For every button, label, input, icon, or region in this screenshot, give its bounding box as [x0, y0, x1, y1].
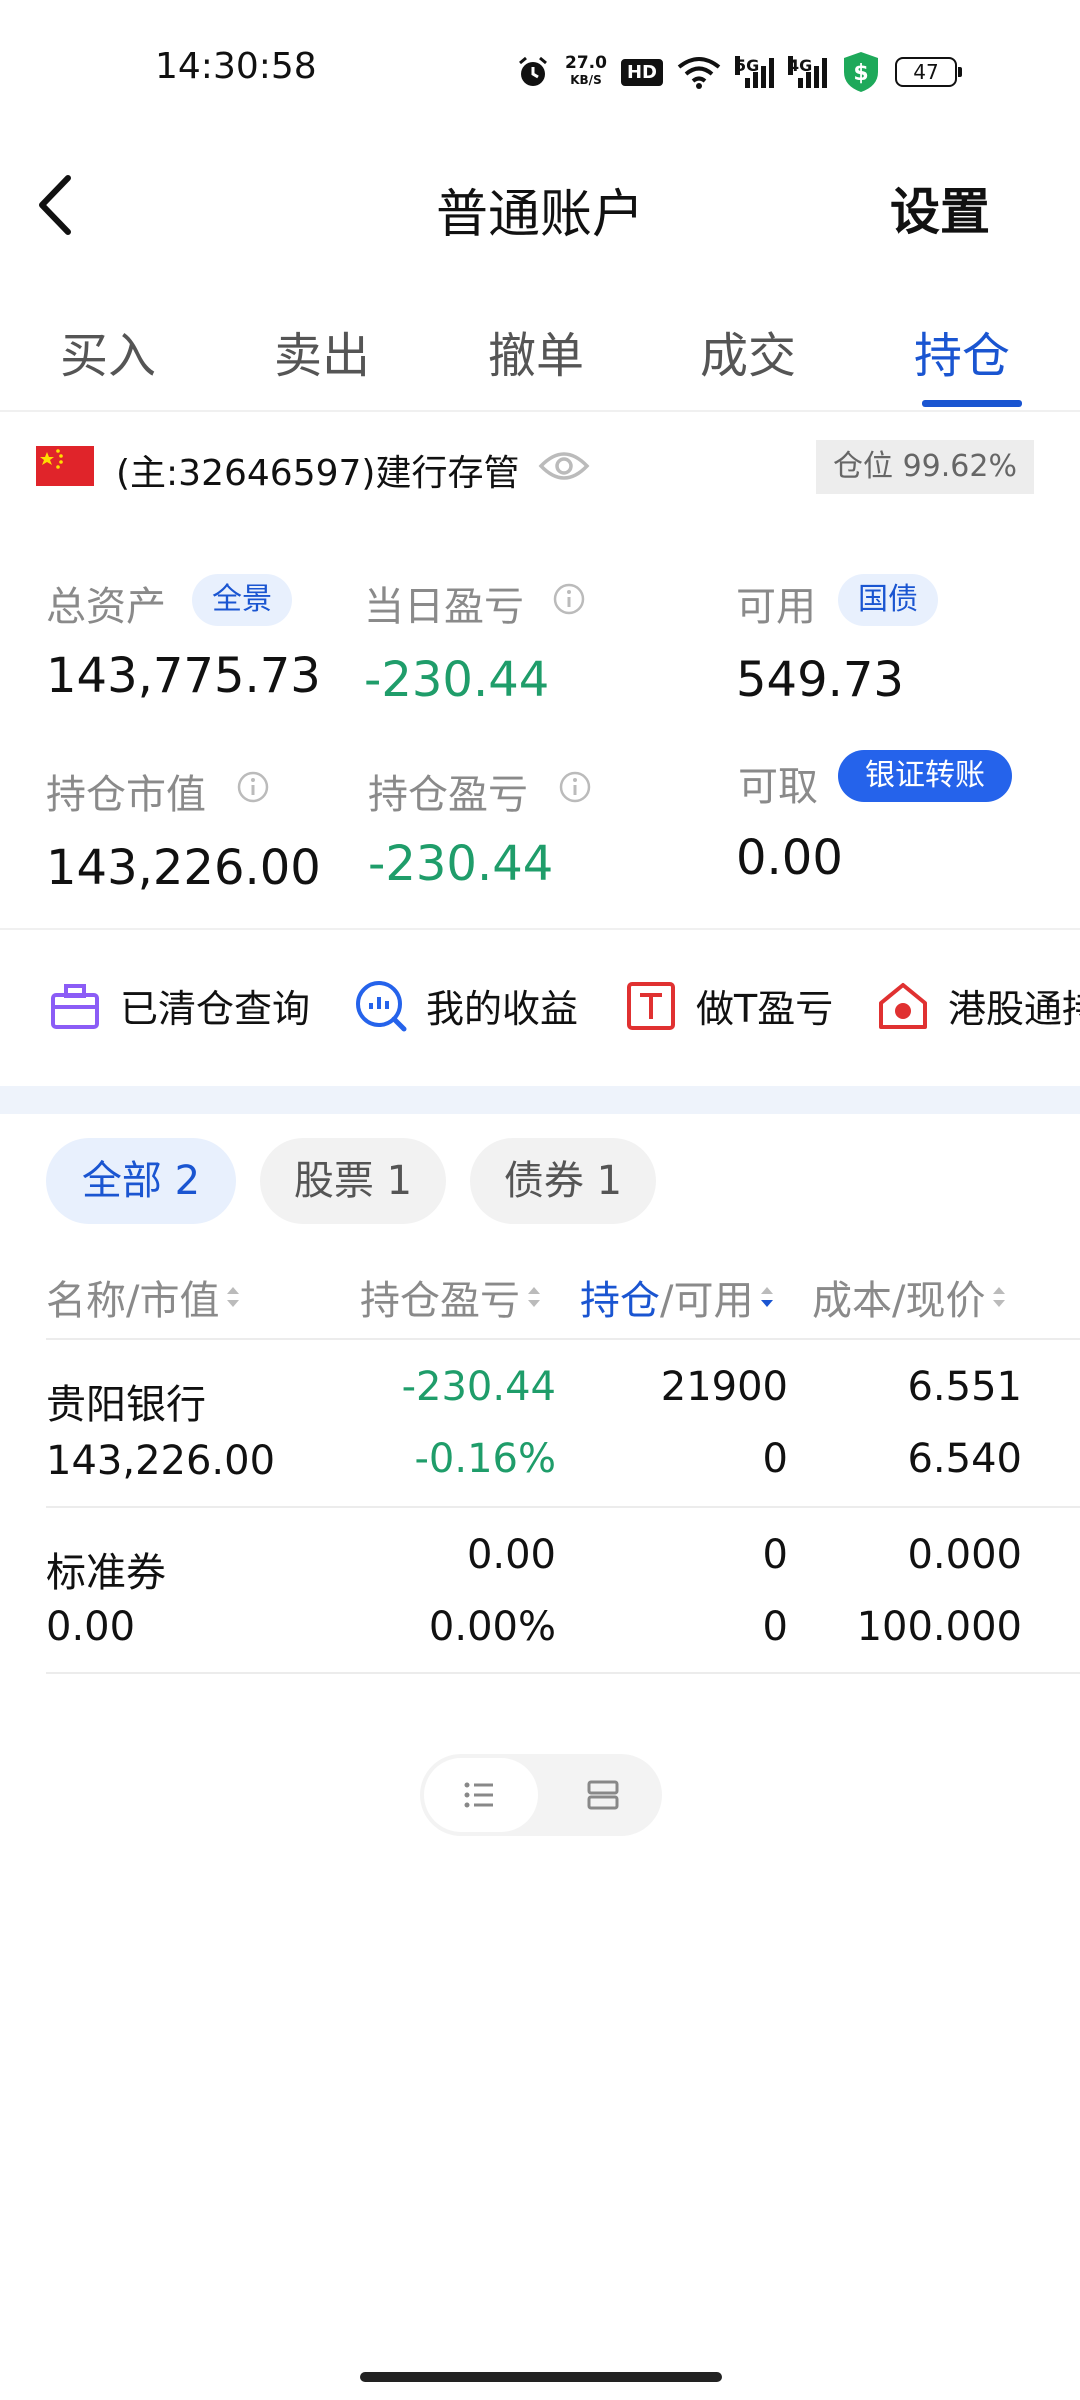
card-view-icon[interactable] [586, 1778, 620, 1812]
treasury-bond-tag[interactable]: 国债 [838, 574, 938, 626]
col-header-position[interactable]: 持仓/可用 [580, 1268, 775, 1326]
total-assets-label: 总资产 [46, 584, 166, 630]
withdrawable-label: 可取 [738, 764, 818, 810]
tab-sell[interactable]: 卖出 [274, 316, 370, 386]
panorama-tag[interactable]: 全景 [192, 574, 292, 626]
available-value: 549.73 [736, 652, 904, 708]
sort-desc-icon [761, 1287, 774, 1307]
t-trading-pl[interactable]: 做T盈亏 [624, 978, 833, 1033]
active-tab-indicator [922, 400, 1022, 407]
position-ratio-badge: 仓位 99.62% [816, 440, 1034, 494]
svg-text:$: $ [853, 61, 868, 86]
info-icon[interactable] [558, 770, 592, 804]
bank-transfer-button[interactable]: 银证转账 [838, 750, 1012, 802]
section-separator [0, 1086, 1080, 1114]
sort-icon [227, 1287, 240, 1307]
status-icons: 27.0 KB/S HD 5G 4G $ 47 [515, 48, 962, 96]
holding-pl: 0.00 [466, 1532, 556, 1578]
info-icon[interactable] [552, 582, 586, 616]
available-label: 可用 [736, 584, 816, 630]
t-box-icon [627, 981, 675, 1030]
filter-bonds[interactable]: 债券 1 [470, 1138, 656, 1224]
holding-position: 0 [762, 1532, 788, 1578]
sort-icon [528, 1287, 540, 1307]
holding-market-value: 143,226.00 [46, 1438, 276, 1484]
filter-stocks[interactable]: 股票 1 [260, 1138, 446, 1224]
holding-pl-pct: -0.16% [414, 1436, 556, 1482]
tab-cancel[interactable]: 撤单 [488, 316, 584, 386]
filter-all[interactable]: 全部 2 [46, 1138, 236, 1224]
col-header-cost[interactable]: 成本/现价 [812, 1268, 1007, 1326]
settings-button[interactable]: 设置 [890, 172, 990, 244]
withdrawable-value: 0.00 [736, 830, 843, 886]
holding-market-value: 0.00 [46, 1604, 136, 1650]
eye-icon[interactable] [538, 446, 590, 486]
holding-pl-pct: 0.00% [428, 1604, 556, 1650]
briefcase-icon [51, 983, 99, 1029]
total-assets-value: 143,775.73 [46, 648, 321, 704]
alarm-icon [519, 56, 547, 86]
holding-price: 6.540 [907, 1436, 1022, 1482]
market-value: 143,226.00 [46, 840, 321, 896]
holding-pl: -230.44 [401, 1364, 556, 1410]
divider [46, 1506, 1080, 1508]
holding-price: 100.000 [856, 1604, 1022, 1650]
divider [46, 1338, 1080, 1340]
shield-icon: $ [843, 52, 878, 92]
trade-tabs: 买入 卖出 撤单 成交 持仓 [0, 300, 1080, 412]
holding-position: 21900 [660, 1364, 788, 1410]
daily-pl-label: 当日盈亏 [364, 584, 524, 630]
status-bar: 14:30:58 27.0 KB/S HD 5G 4G $ 47 [0, 0, 1080, 140]
col-header-pl[interactable]: 持仓盈亏 [360, 1268, 542, 1326]
position-pl-value: -230.44 [368, 836, 554, 892]
hk-connect-icon [879, 982, 927, 1029]
battery-icon: 47 [894, 57, 962, 87]
divider [46, 1672, 1080, 1674]
tab-positions[interactable]: 持仓 [914, 316, 1010, 386]
china-flag-icon [36, 446, 94, 486]
tab-deals[interactable]: 成交 [700, 316, 796, 386]
list-view-icon [464, 1782, 493, 1808]
info-icon[interactable] [236, 770, 270, 804]
holding-available: 0 [762, 1604, 788, 1650]
market-value-label: 持仓市值 [46, 772, 206, 818]
daily-pl-value: -230.44 [364, 652, 550, 708]
holding-cost: 0.000 [907, 1532, 1022, 1578]
tab-buy[interactable]: 买入 [60, 316, 156, 386]
hk-connect-holdings[interactable]: 港股通持 [876, 978, 1080, 1033]
cleared-positions-query[interactable]: 已清仓查询 [48, 978, 310, 1033]
signal-4g-icon: 4G [787, 56, 827, 88]
hd-icon: HD [620, 58, 663, 86]
holding-name: 标准券 [46, 1550, 166, 1596]
net-speed: 27.0 KB/S [565, 53, 607, 88]
account-name[interactable]: (主:32646597)建行存管 [116, 444, 519, 496]
col-header-name[interactable]: 名称/市值 [46, 1268, 241, 1326]
holding-available: 0 [762, 1436, 788, 1482]
my-earnings[interactable]: 我的收益 [354, 978, 578, 1033]
signal-5g-icon: 5G [734, 56, 774, 88]
earnings-chart-icon [356, 980, 407, 1031]
status-time: 14:30:58 [155, 46, 317, 87]
position-pl-label: 持仓盈亏 [368, 772, 528, 818]
view-mode-toggle [420, 1754, 662, 1836]
holding-cost: 6.551 [907, 1364, 1022, 1410]
wifi-icon [677, 57, 721, 89]
sort-icon [993, 1287, 1006, 1307]
home-indicator[interactable] [360, 2372, 722, 2382]
holding-name: 贵阳银行 [46, 1382, 206, 1428]
divider [0, 928, 1080, 930]
